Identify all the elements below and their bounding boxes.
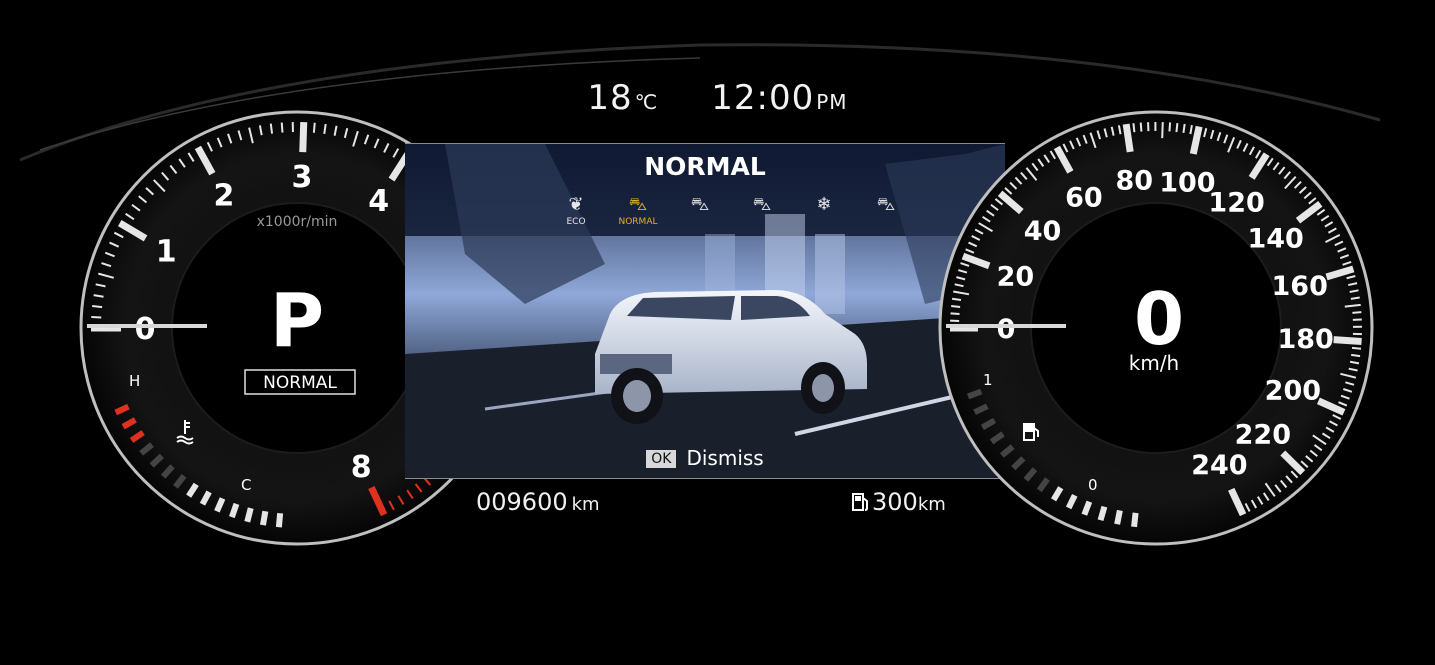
dismiss-prompt: OK Dismiss [405, 446, 1005, 470]
drive-mode-option-label: NORMAL [618, 217, 658, 227]
speedometer: 0 20 4060 80 100120 140 160 180 200 220240 0 km/h… [938, 110, 1374, 546]
tachometer-minor-tick [323, 123, 327, 135]
fuel-pump-icon [852, 490, 870, 511]
speedometer-minor-tick [951, 297, 962, 302]
leaf-icon: ❦ [568, 194, 584, 215]
tachometer-minor-tick [312, 122, 316, 133]
speedometer-number: 40 [1024, 216, 1062, 247]
speedometer-minor-tick [1350, 296, 1360, 300]
drive-mode-option-label: ECO [566, 217, 586, 227]
car-gravel-icon: ⛍ [690, 194, 710, 215]
speedometer-number: 160 [1272, 271, 1328, 302]
fuel-full-label: 1 [983, 371, 993, 389]
drive-mode-panel: NORMAL ❦ ECO ⛍ NORMAL ⛍ ⛍ ❄ ⛍ OK Dismiss [405, 143, 1005, 479]
speedometer-number: 0 [997, 314, 1016, 345]
dismiss-label[interactable]: Dismiss [686, 446, 763, 470]
speedometer-number: 120 [1208, 187, 1264, 218]
speedometer-number: 100 [1159, 167, 1215, 198]
speedometer-minor-tick [1351, 353, 1361, 358]
outside-temperature: 18 ℃ [587, 78, 659, 118]
speedometer-number: 20 [997, 262, 1035, 293]
drive-mode-option[interactable]: ❄ [801, 194, 847, 230]
fuel-range-value: 300 [872, 488, 918, 516]
speedometer-number: 200 [1265, 375, 1321, 406]
tachometer-minor-tick [269, 123, 274, 134]
drive-mode-selector: ❦ ECO ⛍ NORMAL ⛍ ⛍ ❄ ⛍ [405, 194, 1005, 230]
drive-mode-option[interactable]: ⛍ [677, 194, 723, 230]
tachometer-major-tick [299, 121, 308, 153]
fuel-gauge-segment [1097, 505, 1108, 521]
speed-unit: km/h [1129, 351, 1179, 375]
speedometer-number: 80 [1115, 166, 1153, 197]
ok-key-badge[interactable]: OK [646, 450, 677, 468]
fuel-gauge-segment [1131, 512, 1139, 528]
drive-mode-option[interactable]: ⛍ NORMAL [615, 194, 661, 230]
car-tarmac-icon: ⛍ [876, 194, 896, 215]
gear-indicator: P [270, 278, 324, 364]
speedometer-minor-tick [1132, 123, 1136, 133]
drive-mode-option[interactable]: ⛍ [863, 194, 909, 230]
tachometer-number: 4 [368, 184, 389, 219]
speedometer-number: 140 [1247, 224, 1303, 255]
speedometer-minor-tick [1352, 311, 1362, 314]
speedometer-number: 180 [1277, 324, 1333, 355]
coolant-temp-segment [275, 512, 284, 528]
tachometer-minor-tick [280, 122, 284, 133]
speedometer-number: 220 [1235, 419, 1291, 450]
speedometer-number: 240 [1191, 450, 1247, 481]
speedometer-minor-tick [1175, 123, 1179, 133]
tachometer-minor-tick [91, 315, 102, 319]
speedometer-minor-tick [1139, 122, 1143, 132]
tachometer-minor-tick [92, 305, 103, 309]
tachometer-number: 8 [351, 450, 372, 485]
tachometer-number: 1 [156, 235, 177, 270]
tachometer-number: 3 [292, 160, 313, 195]
drive-mode-option[interactable]: ⛍ [739, 194, 785, 230]
speedometer-minor-tick [1351, 346, 1362, 350]
drive-mode-badge: NORMAL [263, 373, 337, 393]
speedometer-minor-tick [1182, 123, 1186, 134]
car-mud-icon: ⛍ [752, 194, 772, 215]
fuel-gauge-segment [1114, 509, 1123, 525]
speedometer-minor-tick [951, 305, 961, 308]
speedometer-major-tick [1122, 123, 1134, 153]
clock: 12:00 PM [711, 78, 848, 118]
speedometer-minor-tick [1161, 122, 1164, 139]
speedometer-minor-tick [950, 312, 960, 315]
speedometer-major-tick [1333, 336, 1362, 345]
instrument-cluster: 18℃ 12:00PM 012345678 x1000r/min P NORMA… [0, 0, 1435, 665]
tachometer-number: 0 [135, 312, 156, 347]
car-normal-icon: ⛍ [628, 194, 648, 215]
odometer: 009600 km [476, 488, 600, 516]
fuel-empty-label: 0 [1088, 476, 1098, 494]
speedometer-number: 60 [1065, 182, 1103, 213]
temp-hot-label: H [129, 372, 140, 390]
car-snow-icon: ❄ [816, 194, 832, 215]
tachometer-scale-label: x1000r/min [257, 214, 338, 230]
drive-mode-title: NORMAL [644, 152, 766, 181]
coolant-temp-segment [244, 507, 254, 523]
tachometer-number: 2 [213, 179, 234, 214]
speed-readout: 0 [1134, 277, 1184, 361]
speedometer-minor-tick [1168, 122, 1172, 132]
temp-cold-label: C [241, 476, 251, 494]
coolant-temp-segment [260, 510, 269, 526]
odometer-unit: km [571, 494, 600, 515]
odometer-value: 009600 [476, 488, 568, 516]
drive-mode-option[interactable]: ❦ ECO [553, 194, 599, 230]
